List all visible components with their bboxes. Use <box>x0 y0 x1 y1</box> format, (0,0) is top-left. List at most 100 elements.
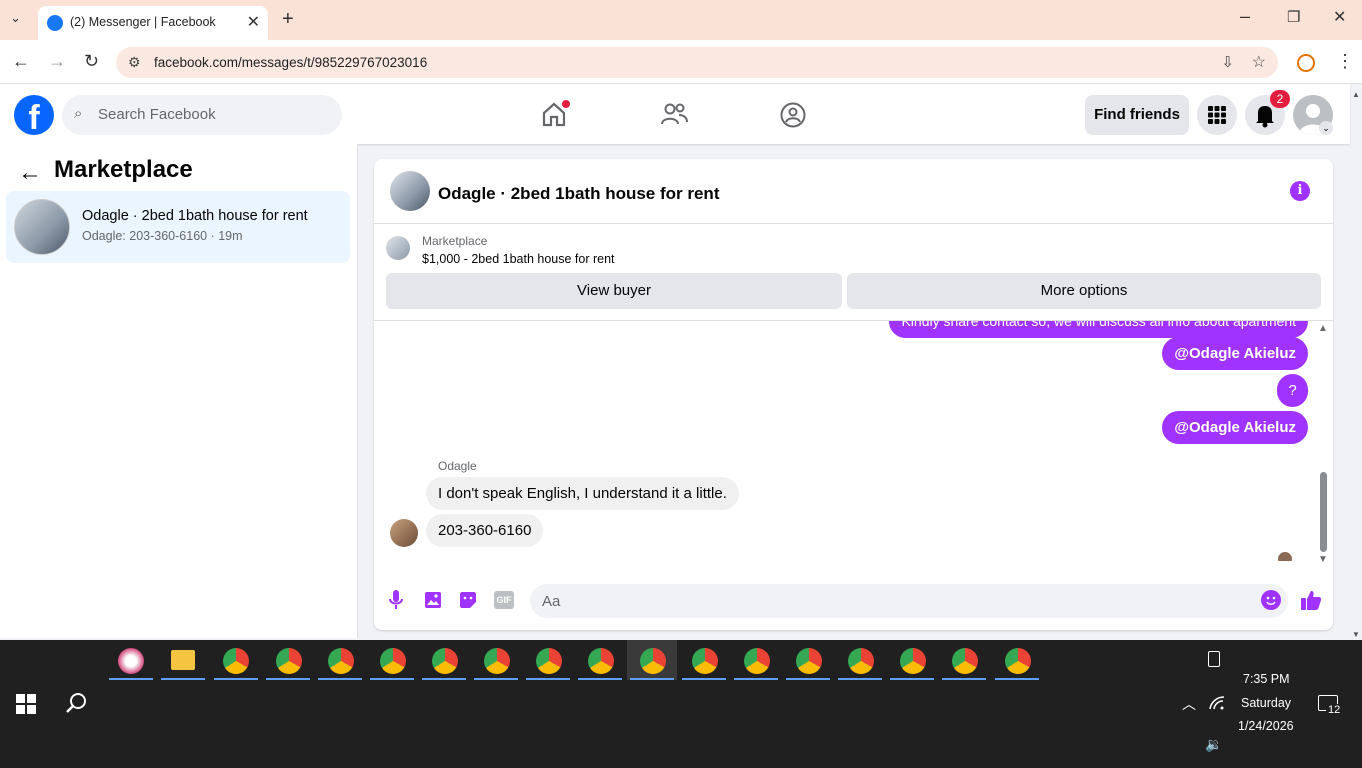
view-buyer-button[interactable]: View buyer <box>386 273 842 309</box>
chrome-icon[interactable] <box>900 648 926 674</box>
clock-date[interactable]: 1/24/2026 <box>1238 719 1294 733</box>
conversation-preview: Odagle: 203-360-6160 · 19m <box>82 229 243 243</box>
back-icon[interactable]: ← <box>12 51 30 72</box>
taskbar-indicator <box>422 678 466 680</box>
minimize-icon[interactable]: – <box>1240 6 1250 27</box>
page-title: Marketplace <box>54 156 193 183</box>
find-friends-button[interactable]: Find friends <box>1085 95 1189 135</box>
conversation-item[interactable]: Odagle · 2bed 1bath house for rent Odagl… <box>6 191 350 263</box>
chrome-icon[interactable] <box>380 648 406 674</box>
home-icon[interactable] <box>540 100 570 128</box>
device-icon[interactable] <box>1208 651 1220 667</box>
chat-title[interactable]: Odagle · 2bed 1bath house for rent <box>438 184 719 204</box>
message-placeholder: Aa <box>542 593 561 610</box>
address-bar[interactable]: ⚙ facebook.com/messages/t/98522976702301… <box>116 47 1278 78</box>
restore-icon[interactable]: ❐ <box>1287 8 1300 26</box>
outgoing-message: @Odagle Akieluz <box>1162 411 1308 444</box>
site-settings-icon[interactable]: ⚙ <box>128 54 141 71</box>
browser-menu-icon[interactable]: ⋮ <box>1336 51 1354 72</box>
wifi-icon[interactable] <box>1208 695 1226 716</box>
show-hidden-icons-icon[interactable]: ︿ <box>1182 694 1196 714</box>
taskbar-indicator <box>942 678 986 680</box>
taskbar-indicator <box>214 678 258 680</box>
groups-icon[interactable] <box>779 101 807 134</box>
chrome-icon[interactable] <box>536 648 562 674</box>
new-tab-icon[interactable]: + <box>282 8 294 31</box>
url-text: facebook.com/messages/t/985229767023016 <box>154 55 428 70</box>
chrome-icon[interactable] <box>588 648 614 674</box>
microphone-icon[interactable] <box>388 589 404 616</box>
marketplace-label: Marketplace <box>422 234 488 248</box>
search-placeholder: Search Facebook <box>98 106 216 123</box>
seen-avatar <box>1278 552 1292 561</box>
taskbar-indicator <box>370 678 414 680</box>
facebook-logo[interactable]: f <box>14 95 54 135</box>
browser-tab[interactable]: (2) Messenger | Facebook ✕ <box>38 6 268 40</box>
chrome-icon[interactable] <box>276 648 302 674</box>
windows-start-icon[interactable] <box>16 694 36 719</box>
scroll-down-icon[interactable]: ▼ <box>1318 554 1328 565</box>
notification-center-count: 12 <box>1326 704 1343 716</box>
listing-thumbnail-small <box>386 236 410 260</box>
taskbar-indicator <box>630 678 674 680</box>
incoming-message: I don't speak English, I understand it a… <box>426 477 739 510</box>
search-input[interactable]: ⌕ Search Facebook <box>62 95 342 135</box>
chrome-icon[interactable] <box>328 648 354 674</box>
forward-icon[interactable]: → <box>48 51 66 72</box>
tab-search-icon[interactable]: ⌄ <box>10 10 21 26</box>
profile-icon[interactable] <box>1297 54 1315 72</box>
sender-avatar[interactable] <box>390 519 418 547</box>
chrome-icon[interactable] <box>692 648 718 674</box>
clock-time[interactable]: 7:35 PM <box>1243 672 1290 686</box>
install-app-icon[interactable]: ⇩ <box>1221 53 1234 71</box>
volume-icon[interactable]: 🔉 <box>1205 736 1222 753</box>
chrome-icon[interactable] <box>1005 648 1031 674</box>
taskbar-indicator <box>734 678 778 680</box>
chrome-icon[interactable] <box>640 648 666 674</box>
info-icon[interactable]: i <box>1290 181 1310 201</box>
menu-grid-button[interactable] <box>1197 95 1237 135</box>
search-icon: ⌕ <box>74 105 83 122</box>
taskbar-indicator <box>266 678 310 680</box>
taskbar-search-icon[interactable] <box>64 690 90 721</box>
chrome-icon[interactable] <box>432 648 458 674</box>
taskbar-indicator <box>109 678 153 680</box>
outgoing-message: @Odagle Akieluz <box>1162 337 1308 370</box>
reload-icon[interactable]: ↻ <box>84 51 99 72</box>
outgoing-message: Kindly share contact so, we will discuss… <box>889 321 1308 338</box>
conversation-name: Odagle · 2bed 1bath house for rent <box>82 208 308 224</box>
chrome-icon[interactable] <box>744 648 770 674</box>
tab-close-icon[interactable]: ✕ <box>247 12 260 32</box>
bookmark-star-icon[interactable]: ☆ <box>1252 52 1266 72</box>
scroll-up-icon[interactable]: ▲ <box>1318 323 1328 334</box>
like-thumb-icon[interactable] <box>1299 588 1323 617</box>
chrome-icon[interactable] <box>848 648 874 674</box>
listing-title[interactable]: $1,000 - 2bed 1bath house for rent <box>422 252 615 266</box>
taskbar-indicator <box>995 678 1039 680</box>
gif-icon[interactable]: GIF <box>494 591 514 609</box>
page-scroll-up-icon[interactable]: ▲ <box>1352 90 1360 99</box>
paint-app-icon[interactable] <box>118 648 144 674</box>
file-explorer-icon[interactable] <box>171 650 195 670</box>
back-arrow-icon[interactable]: ← <box>18 159 42 187</box>
chrome-icon[interactable] <box>223 648 249 674</box>
friends-icon[interactable] <box>660 101 688 132</box>
chrome-icon[interactable] <box>484 648 510 674</box>
taskbar-indicator <box>318 678 362 680</box>
taskbar-indicator <box>474 678 518 680</box>
chrome-icon[interactable] <box>796 648 822 674</box>
message-input[interactable]: Aa <box>530 584 1288 618</box>
window-close-icon[interactable]: ✕ <box>1333 7 1346 27</box>
clock-day[interactable]: Saturday <box>1241 696 1291 710</box>
more-options-button[interactable]: More options <box>847 273 1321 309</box>
chrome-icon[interactable] <box>952 648 978 674</box>
scrollbar-thumb[interactable] <box>1320 472 1327 552</box>
sticker-icon[interactable] <box>458 590 478 615</box>
account-chevron-icon[interactable]: ⌄ <box>1319 121 1333 135</box>
page-scroll-down-icon[interactable]: ▼ <box>1352 630 1360 639</box>
taskbar-indicator <box>838 678 882 680</box>
listing-thumbnail <box>14 199 70 255</box>
chat-avatar[interactable] <box>390 171 430 211</box>
photo-icon[interactable] <box>423 590 443 615</box>
emoji-icon[interactable] <box>1261 590 1281 610</box>
